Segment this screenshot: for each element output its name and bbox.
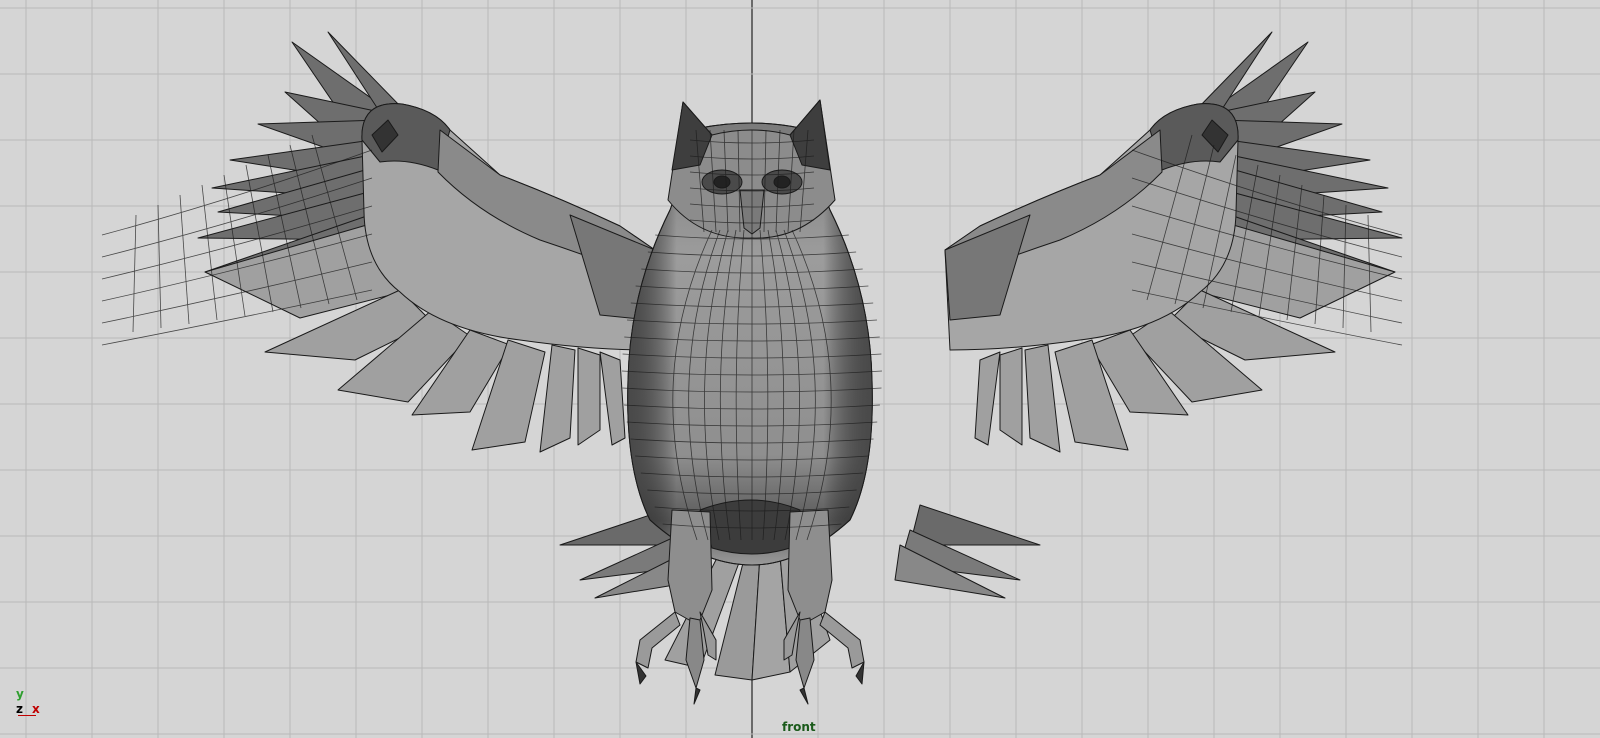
axis-x-label: x: [32, 702, 40, 716]
axis-z-label: z: [16, 702, 23, 716]
axis-indicator-line: [18, 715, 36, 716]
axis-y-label: y: [16, 687, 24, 701]
left-eye: [713, 175, 731, 189]
mesh-edge: [132, 214, 137, 333]
owl-head: [667, 99, 836, 239]
right-eye: [773, 175, 791, 189]
front-viewport[interactable]: y z x front: [0, 0, 1600, 738]
owl-polygon-mesh[interactable]: [0, 0, 1600, 738]
mesh-edge: [157, 204, 162, 329]
camera-name-label: front: [782, 720, 816, 734]
